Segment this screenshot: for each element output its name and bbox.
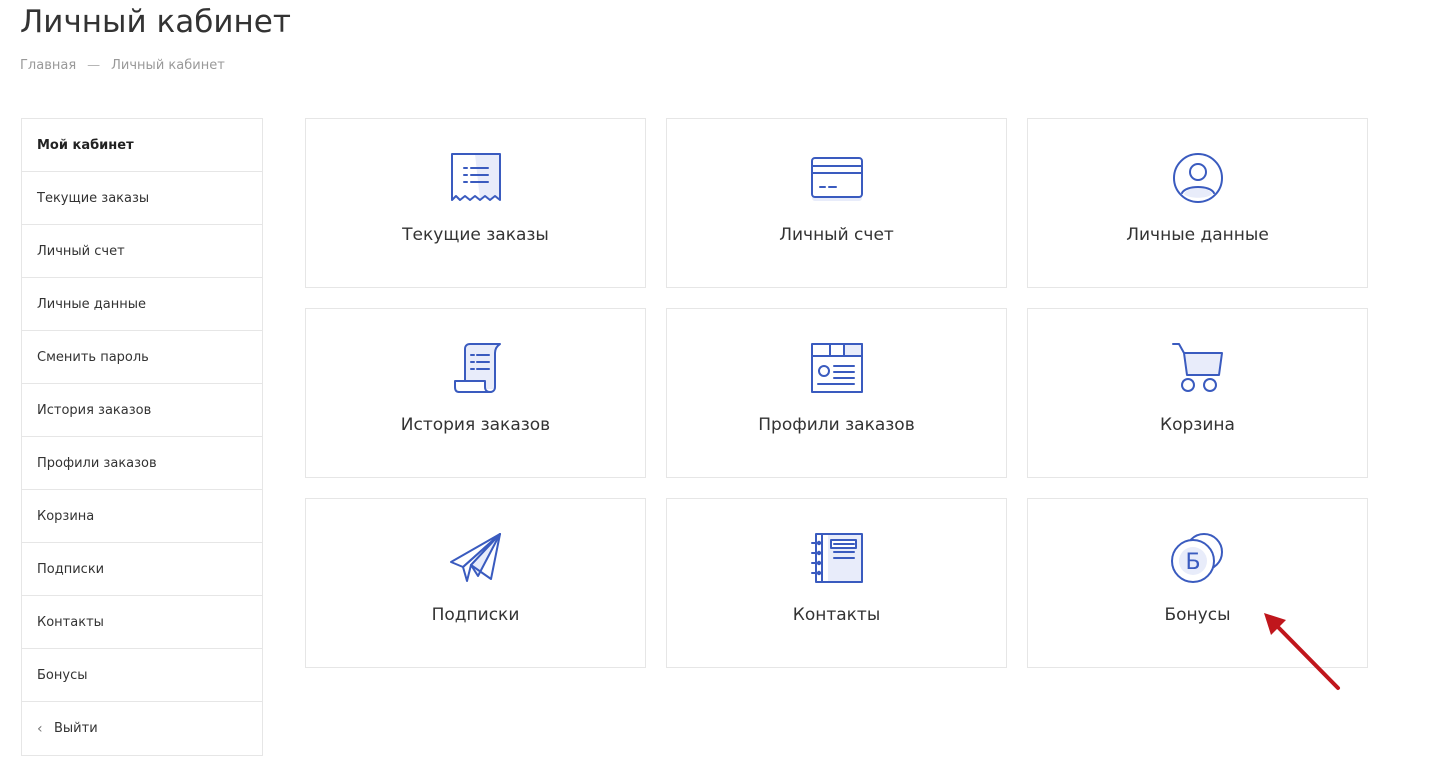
scroll-icon [449, 341, 503, 395]
tile-label: Текущие заказы [402, 225, 549, 245]
cart-icon [1171, 341, 1225, 395]
tile-subscriptions[interactable]: Подписки [305, 498, 646, 668]
sidebar-item-logout[interactable]: ‹ Выйти [22, 702, 262, 755]
sidebar-item-order-profiles[interactable]: Профили заказов [22, 437, 262, 490]
sidebar-item-personal-data[interactable]: Личные данные [22, 278, 262, 331]
paper-plane-icon [449, 531, 503, 585]
tile-label: Корзина [1160, 415, 1235, 435]
chevron-left-icon: ‹ [37, 720, 43, 737]
tile-label: Личные данные [1126, 225, 1269, 245]
sidebar-item-contacts[interactable]: Контакты [22, 596, 262, 649]
profile-card-icon [810, 341, 864, 395]
tile-personal-account[interactable]: Личный счет [666, 118, 1007, 288]
tile-label: Бонусы [1164, 605, 1231, 625]
dashboard-tiles: Текущие заказы Личный счет Личные данные… [305, 118, 1369, 668]
tile-label: История заказов [400, 415, 551, 435]
breadcrumb-home-link[interactable]: Главная [20, 58, 76, 73]
sidebar-menu: Мой кабинет Текущие заказы Личный счет Л… [21, 118, 263, 756]
sidebar-item-my-cabinet[interactable]: Мой кабинет [22, 119, 262, 172]
tile-contacts[interactable]: Контакты [666, 498, 1007, 668]
tile-label: Контакты [792, 605, 881, 625]
breadcrumb-current: Личный кабинет [111, 58, 225, 73]
tile-order-profiles[interactable]: Профили заказов [666, 308, 1007, 478]
tile-bonuses[interactable]: Б Бонусы [1027, 498, 1368, 668]
sidebar-item-personal-account[interactable]: Личный счет [22, 225, 262, 278]
sidebar-item-change-password[interactable]: Сменить пароль [22, 331, 262, 384]
sidebar-item-current-orders[interactable]: Текущие заказы [22, 172, 262, 225]
sidebar-item-cart[interactable]: Корзина [22, 490, 262, 543]
notebook-icon [810, 531, 864, 585]
tile-label: Личный счет [779, 225, 894, 245]
page-title: Личный кабинет [20, 4, 291, 40]
tile-label: Профили заказов [758, 415, 915, 435]
bonus-glyph: Б [1185, 550, 1200, 575]
tile-current-orders[interactable]: Текущие заказы [305, 118, 646, 288]
tile-label: Подписки [431, 605, 520, 625]
tile-order-history[interactable]: История заказов [305, 308, 646, 478]
breadcrumb-separator: — [87, 58, 101, 73]
logout-label: Выйти [54, 721, 98, 736]
user-icon [1171, 151, 1225, 205]
credit-card-icon [810, 151, 864, 205]
sidebar-item-subscriptions[interactable]: Подписки [22, 543, 262, 596]
coins-icon: Б [1170, 531, 1225, 585]
tile-cart[interactable]: Корзина [1027, 308, 1368, 478]
tile-personal-data[interactable]: Личные данные [1027, 118, 1368, 288]
breadcrumb: Главная — Личный кабинет [20, 58, 225, 73]
sidebar-item-order-history[interactable]: История заказов [22, 384, 262, 437]
sidebar-item-bonuses[interactable]: Бонусы [22, 649, 262, 702]
receipt-icon [449, 151, 503, 205]
